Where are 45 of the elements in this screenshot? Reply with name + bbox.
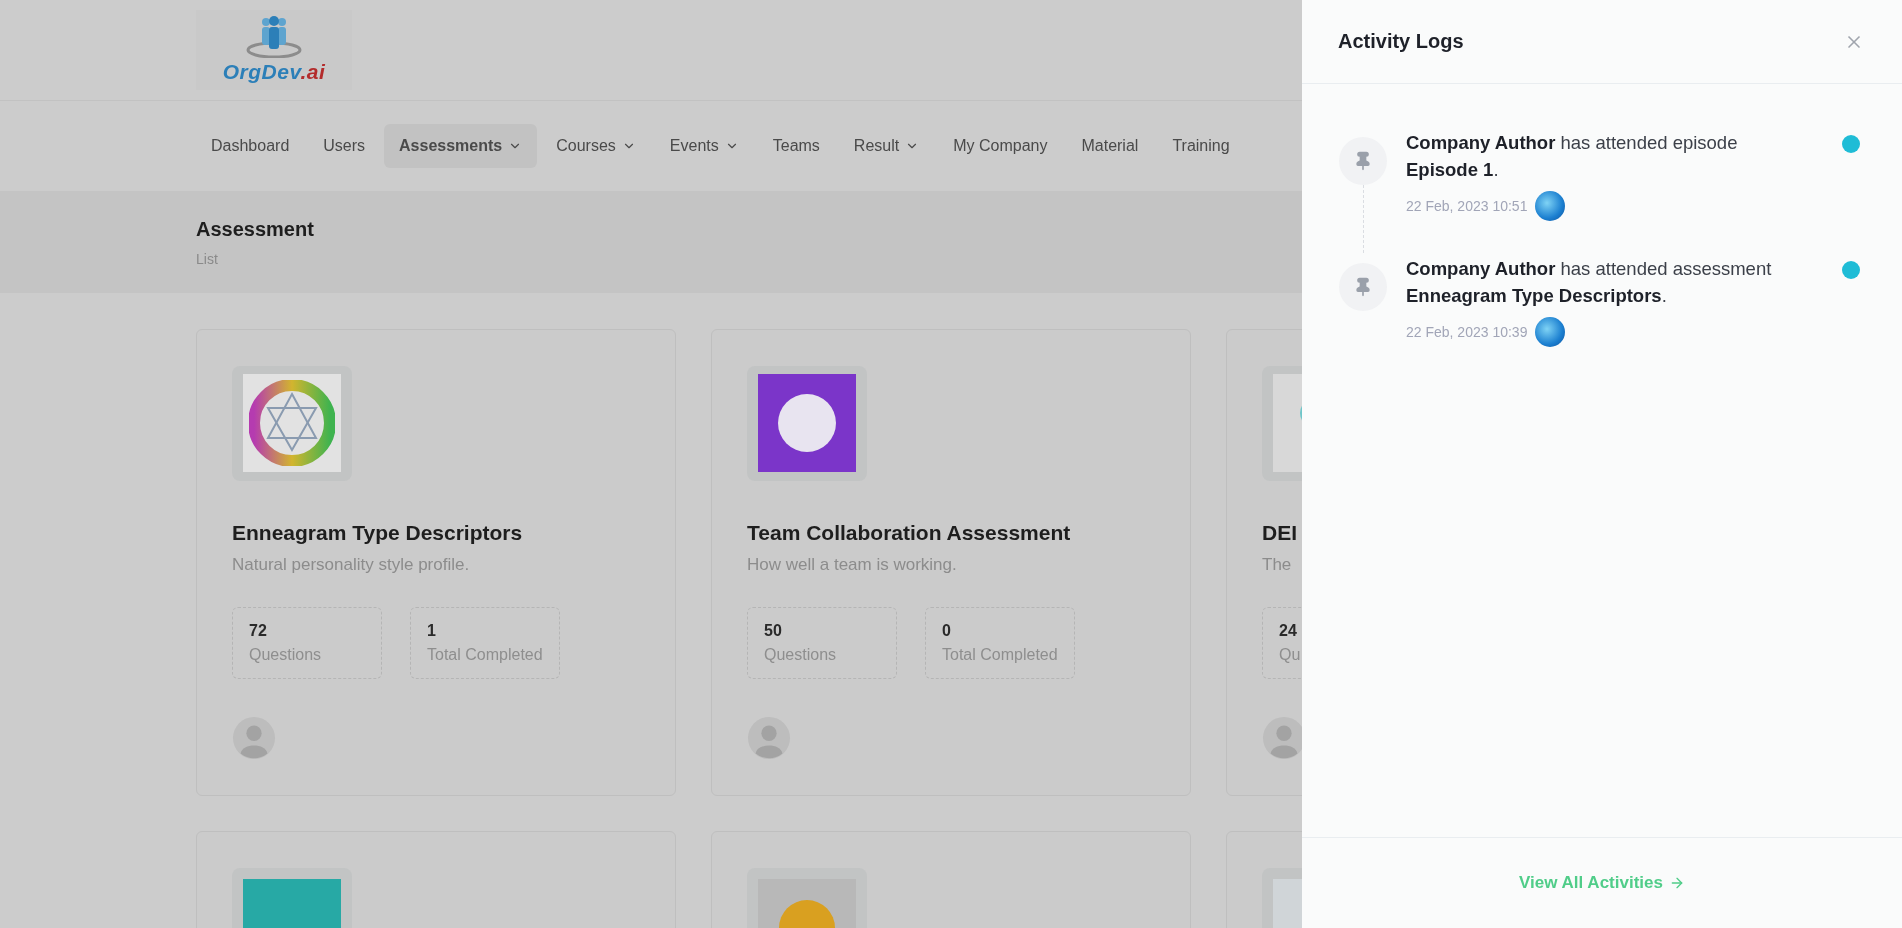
nav-link[interactable]: Result (838, 124, 935, 168)
nav-link[interactable]: Users (308, 124, 381, 168)
nav-link[interactable]: Material (1066, 124, 1154, 168)
card-title: DEI (1262, 520, 1298, 545)
card-title: Team Collaboration Assessment (747, 520, 1072, 545)
logo-text: OrgDev.ai (222, 60, 326, 84)
avatar-photo (1535, 317, 1566, 347)
pin-icon (1339, 137, 1387, 185)
assessment-card[interactable]: DEI The 24 Qu (1226, 329, 1302, 796)
nav-link[interactable]: Training (1157, 124, 1245, 168)
stat-value: 50 (764, 621, 783, 640)
nav-link[interactable]: Assessments (384, 124, 538, 168)
stat-value: 0 (942, 621, 952, 640)
stat-value: 72 (249, 621, 268, 640)
activity-time: 22 Feb, 2023 10:39 (1406, 324, 1528, 340)
user-silhouette-icon (1262, 716, 1302, 759)
nav-link[interactable]: My Company (938, 124, 1063, 168)
stat-label: Questions (764, 645, 838, 664)
activity-text: Company Author has attended episode Episode 1. (1406, 131, 1739, 182)
pin-icon (1339, 263, 1387, 311)
user-silhouette-icon (232, 716, 276, 759)
stat-value: 24 (1279, 621, 1298, 640)
assessment-card[interactable]: Team Collaboration Assessment How well a team is working. 50 Questions 0 Total Completed (711, 329, 1191, 796)
stat-label: Questions (249, 645, 323, 664)
card-description: How well a team is working. (747, 554, 958, 575)
stat-label: Qu (1279, 645, 1302, 664)
card-title: Enneagram Type Descriptors (232, 520, 524, 545)
page-title: Assessment (196, 217, 315, 241)
nav-link[interactable]: Dashboard (196, 124, 305, 168)
stat-value: 1 (427, 621, 437, 640)
drawer-title: Activity Logs (1338, 30, 1464, 53)
activity-text: Company Author has attended assessment Enneagram Type Descriptors. (1406, 257, 1773, 308)
page-subtitle: List (196, 250, 219, 267)
assessment-card[interactable]: Enneagram Type Descriptors Natural personality style profile. 72 Questions 1 Total Completed (196, 329, 676, 796)
stat-label: Total Completed (942, 645, 1058, 664)
people-logo-icon (244, 16, 304, 58)
stat-label: Total Completed (427, 645, 543, 664)
nav-link[interactable]: Teams (757, 124, 835, 168)
avatar-photo (1535, 191, 1566, 221)
card-description: The (1262, 554, 1293, 575)
nav-link[interactable]: Events (654, 124, 754, 168)
nav-link[interactable]: Courses (541, 124, 651, 168)
user-silhouette-icon (747, 716, 791, 759)
activity-time: 22 Feb, 2023 10:51 (1406, 198, 1528, 214)
card-description: Natural personality style profile. (232, 554, 471, 575)
